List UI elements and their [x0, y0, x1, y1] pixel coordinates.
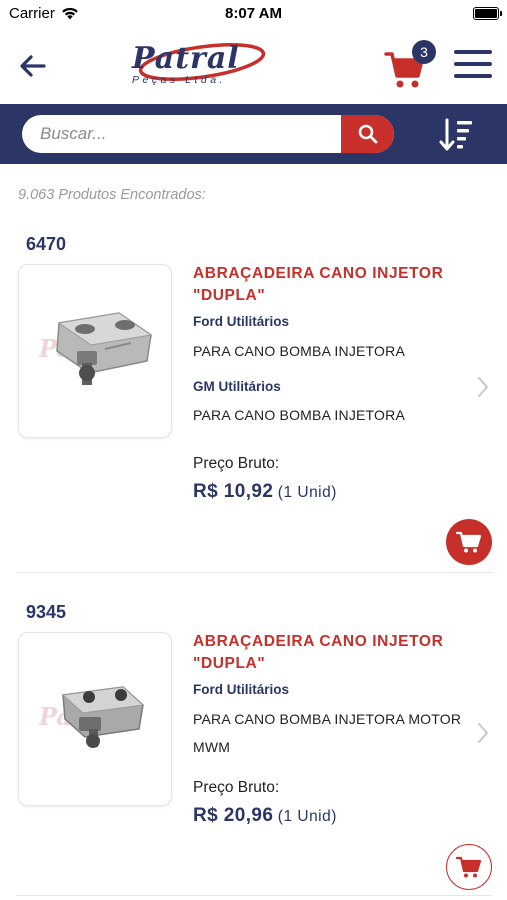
sort-button[interactable]: [438, 116, 478, 154]
price-unit: (1 Unid): [277, 484, 337, 501]
app-header: Patral Peças Ltda. 3: [0, 26, 507, 104]
menu-line: [454, 74, 492, 78]
add-to-cart-button[interactable]: [446, 519, 492, 565]
application-description: PARA CANO BOMBA INJETORA MOTOR MWM: [193, 711, 462, 755]
price-label: Preço Bruto:: [193, 455, 280, 472]
status-bar: Carrier 8:07 AM: [0, 0, 507, 26]
chevron-right-icon[interactable]: [476, 376, 490, 398]
battery-icon: [473, 6, 502, 20]
application-brand: Ford Utilitários: [193, 314, 290, 329]
divider: [16, 895, 491, 896]
menu-line: [454, 62, 492, 66]
add-to-cart-icon: [456, 531, 482, 553]
search-input[interactable]: [22, 115, 340, 153]
product-code: 9345: [26, 602, 67, 622]
add-to-cart-icon: [456, 856, 482, 878]
price-unit: (1 Unid): [277, 808, 337, 825]
carrier-label: Carrier: [9, 4, 55, 22]
price-label: Preço Bruto:: [193, 779, 280, 796]
price-value: R$ 10,92: [193, 481, 274, 502]
hamburger-menu-icon[interactable]: [454, 50, 492, 82]
cart-button[interactable]: 3: [384, 40, 440, 90]
results-count: 9.063 Produtos Encontrados:: [18, 187, 206, 203]
add-to-cart-button[interactable]: [446, 844, 492, 890]
product-image[interactable]: Patral: [18, 632, 172, 806]
status-left: Carrier: [9, 5, 79, 22]
chevron-right-icon[interactable]: [476, 722, 490, 744]
wifi-icon: [62, 7, 78, 19]
application-description: PARA CANO BOMBA INJETORA: [193, 407, 405, 423]
brand-logo: Patral Peças Ltda.: [126, 38, 274, 90]
cart-count-badge: 3: [412, 40, 436, 64]
application-brand: GM Utilitários: [193, 379, 281, 394]
search-box: [22, 115, 394, 153]
back-button[interactable]: [16, 50, 50, 82]
product-name: ABRAÇADEIRA CANO INJETOR "DUPLA": [193, 633, 444, 672]
price-value: R$ 20,96: [193, 805, 274, 826]
search-bar: [0, 104, 507, 164]
application-description: PARA CANO BOMBA INJETORA: [193, 343, 405, 359]
product-code: 6470: [26, 234, 67, 254]
search-button[interactable]: [341, 115, 394, 153]
logo-subtext: Peças Ltda.: [132, 74, 226, 86]
back-arrow-icon: [20, 55, 46, 77]
product-image[interactable]: Patral: [18, 264, 172, 438]
product-photo: Patral: [38, 686, 145, 748]
sort-icon: [439, 118, 472, 151]
search-icon: [358, 124, 377, 144]
price-row: R$ 10,92 (1 Unid): [193, 481, 337, 503]
application-brand: Ford Utilitários: [193, 682, 290, 697]
divider: [16, 572, 491, 573]
price-row: R$ 20,96 (1 Unid): [193, 805, 337, 827]
product-name: ABRAÇADEIRA CANO INJETOR "DUPLA": [193, 265, 444, 304]
product-photo: Patral: [38, 312, 153, 385]
logo-text: Patral: [131, 41, 240, 76]
menu-line: [454, 50, 492, 54]
